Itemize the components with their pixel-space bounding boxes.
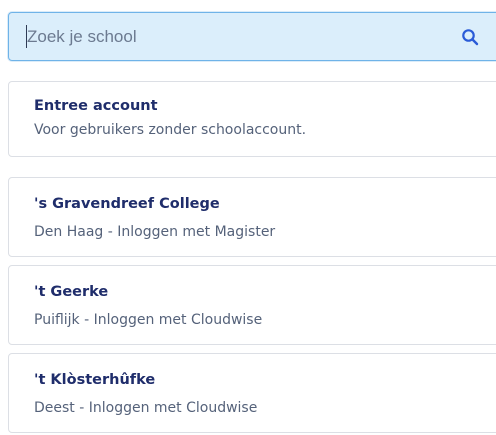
search-input[interactable] bbox=[27, 26, 447, 48]
school-name: 's Gravendreef College bbox=[34, 196, 220, 212]
text-caret bbox=[26, 25, 27, 48]
school-item[interactable]: 't Geerke Puiflijk - Inloggen met Cloudw… bbox=[8, 265, 496, 345]
school-name: 't Klòsterhûfke bbox=[34, 372, 156, 388]
search-icon[interactable] bbox=[461, 28, 479, 46]
school-detail: Den Haag - Inloggen met Magister bbox=[34, 224, 276, 240]
school-name: 't Geerke bbox=[34, 284, 109, 300]
school-detail: Puiflijk - Inloggen met Cloudwise bbox=[34, 312, 263, 328]
entree-account-subtitle: Voor gebruikers zonder schoolaccount. bbox=[34, 122, 307, 138]
entree-account-option[interactable]: Entree account Voor gebruikers zonder sc… bbox=[8, 81, 496, 157]
school-picker: Entree account Voor gebruikers zonder sc… bbox=[0, 0, 496, 435]
school-item[interactable]: 's Gravendreef College Den Haag - Inlogg… bbox=[8, 177, 496, 257]
entree-account-title: Entree account bbox=[34, 98, 158, 114]
school-item[interactable]: 't Klòsterhûfke Deest - Inloggen met Clo… bbox=[8, 353, 496, 433]
search-box[interactable] bbox=[8, 12, 496, 61]
school-detail: Deest - Inloggen met Cloudwise bbox=[34, 400, 258, 416]
